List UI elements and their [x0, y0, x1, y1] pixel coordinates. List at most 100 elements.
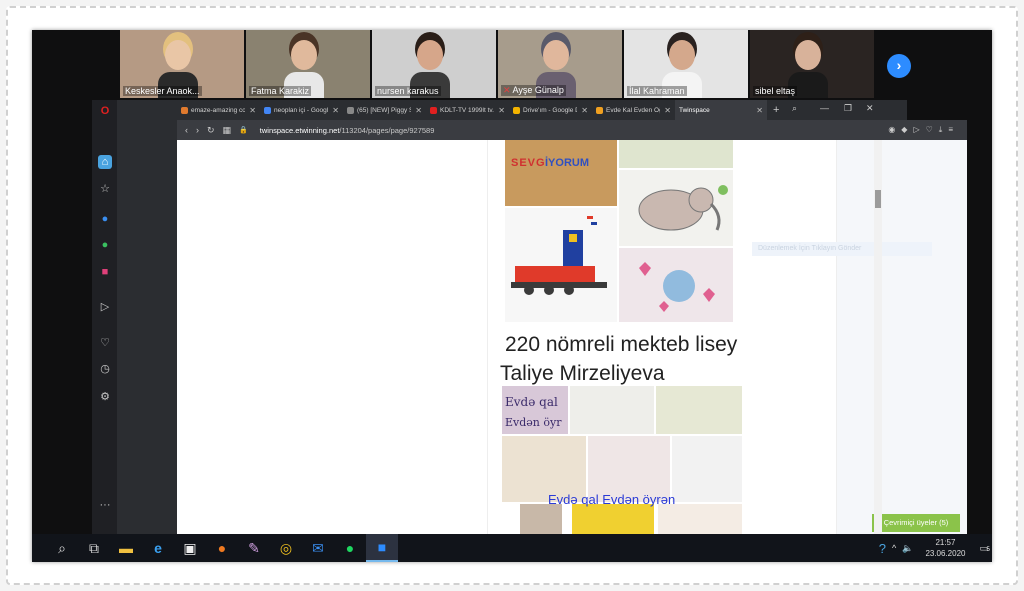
screen: Keskesler Anaok... Fatma Karakiz nursen ka… — [32, 30, 992, 562]
scrollbar-thumb[interactable] — [875, 190, 881, 208]
history-icon[interactable]: ◷ — [98, 362, 112, 376]
video-tile[interactable]: ✕ Ayşe Günalp — [498, 30, 622, 98]
browser-window: emaze-amazing co...✕neoplan içi - Googl.… — [92, 100, 967, 534]
task-view-icon[interactable]: ⧉ — [78, 534, 110, 562]
help-icon[interactable]: ? — [879, 541, 886, 556]
home-icon[interactable]: ☆ — [98, 182, 112, 196]
sevgi-letters-image: SEVG İYORUM — [505, 140, 617, 206]
tab-close-icon[interactable]: ✕ — [664, 106, 671, 115]
online-members-button[interactable]: Çevrimiçi üyeler (5) — [872, 514, 960, 532]
tabs-grid-icon[interactable]: ▦ — [223, 125, 232, 136]
paint-icon[interactable]: ✎ — [238, 534, 270, 562]
more-icon[interactable]: ··· — [98, 498, 112, 512]
mail-icon[interactable]: ✉ — [302, 534, 334, 562]
participant-name: İlal Kahraman — [627, 86, 687, 96]
tab-close-icon[interactable]: ✕ — [498, 106, 505, 115]
volume-icon[interactable]: 🔈 — [902, 543, 913, 554]
search-icon[interactable]: ⌕ — [46, 534, 78, 562]
clock[interactable]: 21:57 23.06.2020 — [925, 537, 965, 559]
video-tile[interactable]: Fatma Karakiz — [246, 30, 370, 98]
speed-dial-icon[interactable]: ⌂ — [98, 155, 112, 169]
search-icon[interactable]: ⌕ — [792, 103, 797, 114]
minimize-icon[interactable]: — — [820, 103, 829, 113]
instagram-icon[interactable]: ■ — [98, 265, 112, 279]
back-icon[interactable]: ‹ — [185, 125, 188, 135]
tab-close-icon[interactable]: ✕ — [249, 106, 256, 115]
lock-icon: 🔒 — [239, 127, 248, 134]
browser-sidebar: O ⌂ ☆ ● ● ■ ▷ ♡ ◷ ⚙ ··· — [92, 100, 117, 534]
url-field[interactable]: twinspace.etwinning.net/113204/pages/pag… — [260, 126, 435, 135]
page-viewport: Düzenlemek İçin Tıklayın Gönder SEVG İYOR… — [177, 140, 967, 534]
video-tile[interactable]: Keskesler Anaok... — [120, 30, 244, 98]
new-tab-icon[interactable]: + — [773, 104, 779, 116]
svg-text:Evdən öyr: Evdən öyr — [505, 416, 562, 429]
forward-icon[interactable]: › — [196, 125, 199, 135]
tab-close-icon[interactable]: ✕ — [581, 106, 588, 115]
participant-name: nursen karakus — [375, 86, 441, 96]
participant-name: sibel eltaş — [753, 86, 798, 96]
spotify-icon[interactable]: ● — [334, 534, 366, 562]
toolbar-icons[interactable]: ◉◆▷♡⤓≡ — [888, 125, 959, 135]
tab-close-icon[interactable]: ✕ — [332, 106, 339, 115]
tab-favicon — [513, 106, 520, 114]
elephant-drawing-image — [619, 170, 733, 246]
video-tile[interactable]: nursen karakus — [372, 30, 496, 98]
svg-text:Evdə qal: Evdə qal — [505, 395, 558, 409]
firefox-icon[interactable]: ● — [206, 534, 238, 562]
tab-close-icon[interactable]: ✕ — [415, 106, 422, 115]
chrome-icon[interactable]: ◎ — [270, 534, 302, 562]
browser-tab[interactable]: neoplan içi - Googl... ✕ — [260, 100, 343, 120]
address-bar: ‹ › ↻ ▦ 🔒 twinspace.etwinning.net/113204… — [177, 120, 967, 140]
collage-caption: Evdə qal Evdən öyrən — [548, 492, 676, 507]
child-photo-3 — [658, 504, 742, 534]
whatsapp-icon[interactable]: ● — [98, 238, 112, 252]
windows-taskbar: ⌕ ⧉ ▬ e ▣ ● ✎ ◎ ✉ ● ■ ? ^ 🔈 21:57 23.06.… — [32, 534, 992, 562]
evde-qal-image: Evdə qal Evdən öyr — [502, 386, 568, 434]
browser-tab[interactable]: Evde Kal Evden Öğr...✕ — [592, 100, 675, 120]
opera-logo-icon[interactable]: O — [98, 104, 112, 118]
tab-favicon — [264, 106, 271, 114]
edit-hint: Düzenlemek İçin Tıklayın Gönder — [752, 242, 932, 256]
browser-tab[interactable]: (65) [NEW] Piggy S...✕ — [343, 100, 426, 120]
settings-icon[interactable]: ⚙ — [98, 390, 112, 404]
file-explorer-icon[interactable]: ▬ — [110, 534, 142, 562]
tab-close-icon[interactable]: ✕ — [756, 106, 763, 115]
drawing-strip-image — [619, 140, 733, 168]
heart-icon[interactable]: ♡ — [98, 336, 112, 350]
artwork-collage-1: SEVG İYORUM — [505, 140, 733, 322]
close-icon[interactable]: ✕ — [866, 103, 874, 114]
notification-icon[interactable]: ▭ 5 — [979, 543, 989, 554]
hearts-drawing-image — [619, 248, 733, 322]
right-pane — [837, 140, 967, 534]
gallery-next-button[interactable]: › — [887, 54, 911, 78]
messenger-icon[interactable]: ● — [98, 212, 112, 226]
send-icon[interactable]: ▷ — [98, 300, 112, 314]
child-photo-2 — [572, 504, 654, 534]
participant-name: Keskesler Anaok... — [123, 86, 202, 96]
browser-tab[interactable]: KDLT-TV 1999lt tv... ✕ — [426, 100, 509, 120]
reload-icon[interactable]: ↻ — [207, 125, 215, 136]
browser-tab[interactable]: Drive'ım - Google D...✕ — [509, 100, 592, 120]
tab-favicon — [430, 106, 437, 114]
svg-text:SEVG: SEVG — [511, 157, 546, 169]
browser-tab[interactable]: Twinspace ✕ — [675, 100, 767, 120]
pencil-drawing-image — [570, 386, 654, 434]
writing-image — [672, 436, 742, 502]
tab-favicon — [596, 106, 603, 114]
participant-name: ✕ Ayşe Günalp — [501, 85, 566, 96]
participant-name: Fatma Karakiz — [249, 86, 312, 96]
child-photo-1 — [520, 504, 562, 534]
zoom-icon[interactable]: ■ — [366, 534, 398, 562]
train-drawing-image — [505, 208, 617, 322]
store-icon[interactable]: ▣ — [174, 534, 206, 562]
video-tile[interactable]: İlal Kahraman — [624, 30, 748, 98]
edge-icon[interactable]: e — [142, 534, 174, 562]
chevron-up-icon[interactable]: ^ — [892, 543, 896, 553]
video-tile[interactable]: sibel eltaş — [750, 30, 874, 98]
browser-tab[interactable]: emaze-amazing co...✕ — [177, 100, 260, 120]
restore-icon[interactable]: ❐ — [844, 103, 852, 114]
school-heading: 220 nömreli mekteb lisey — [505, 333, 738, 356]
colored-drawing-image — [656, 386, 742, 434]
system-tray: ? ^ 🔈 21:57 23.06.2020 ▭ 5 — [879, 534, 990, 562]
svg-text:İYORUM: İYORUM — [545, 156, 589, 169]
